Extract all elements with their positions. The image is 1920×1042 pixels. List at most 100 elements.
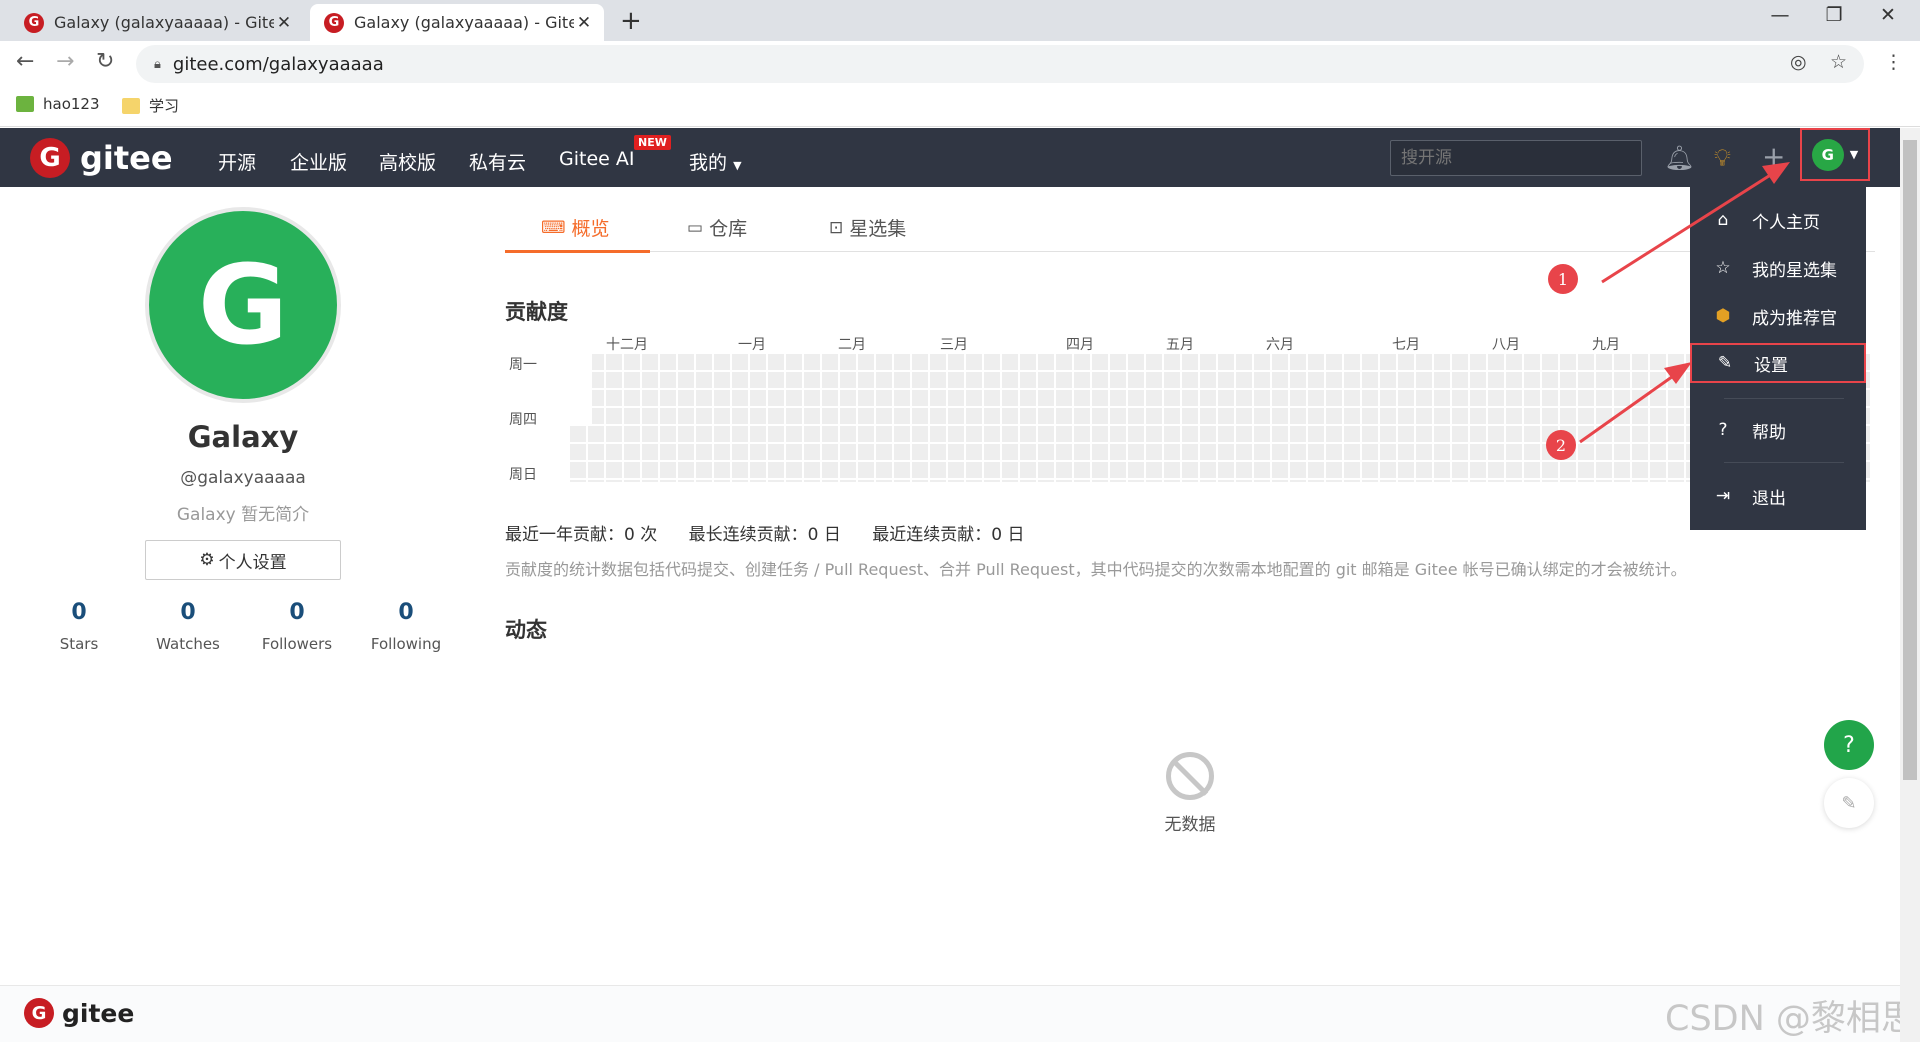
- profile-settings-button[interactable]: ⚙ 个人设置: [145, 540, 341, 580]
- month-label: 一月: [738, 337, 766, 353]
- tab-collections[interactable]: ⊡ 星选集: [829, 214, 906, 241]
- badge-icon: ⬢: [1715, 306, 1731, 326]
- tab-overview[interactable]: ⌨︎ 概览: [541, 214, 610, 241]
- help-icon: ?: [1843, 732, 1855, 758]
- bookmark-folder[interactable]: 学习: [122, 95, 179, 116]
- edit-icon: ✎: [1841, 792, 1857, 814]
- help-icon: ?: [1718, 420, 1728, 440]
- repo-icon: ▭: [687, 217, 704, 238]
- gitee-icon: G: [24, 998, 54, 1028]
- stat-label: Stars: [59, 635, 99, 653]
- month-label: 八月: [1492, 337, 1520, 353]
- nav-mine[interactable]: 我的 ▼: [689, 148, 742, 175]
- gitee-icon: G: [324, 12, 344, 33]
- footer-logo[interactable]: G gitee: [24, 998, 134, 1028]
- new-tab-icon[interactable]: +: [620, 6, 642, 36]
- menu-item-help[interactable]: ? 帮助: [1690, 410, 1866, 450]
- menu-item-home[interactable]: ⌂ 个人主页: [1690, 200, 1866, 240]
- page-scrollbar[interactable]: [1900, 128, 1920, 1042]
- stat-followers[interactable]: 0 Followers: [242, 600, 352, 653]
- bulb-icon[interactable]: 💡︎: [1714, 144, 1731, 172]
- tab-label: 概览: [571, 218, 610, 240]
- profile-bio: Galaxy 暂无简介: [176, 505, 310, 525]
- stat-value: 0: [398, 600, 414, 625]
- bookmark-hao123[interactable]: hao123: [16, 95, 100, 113]
- active-tab-indicator: [505, 250, 650, 253]
- search-input[interactable]: [1390, 140, 1642, 176]
- footer: G gitee: [0, 985, 1900, 1042]
- menu-divider: [1724, 398, 1844, 399]
- heatmap-months: 十二月 一月 二月 三月 四月 五月 六月 七月 八月 九月: [570, 334, 1870, 354]
- profile-username: @galaxyaaaaa: [180, 468, 306, 488]
- feedback-fab[interactable]: ✎: [1824, 778, 1874, 828]
- caret-down-icon: ▼: [733, 159, 742, 172]
- contrib-stats: 最近一年贡献：0 次 最长连续贡献：0 日 最近连续贡献：0 日: [505, 520, 1051, 545]
- stat-following[interactable]: 0 Following: [351, 600, 461, 653]
- tab-repos[interactable]: ▭ 仓库: [687, 214, 747, 241]
- menu-item-settings[interactable]: ✎ 设置: [1690, 343, 1866, 383]
- menu-item-label: 个人主页: [1752, 212, 1820, 233]
- profile-tabs: ⌨︎ 概览 ▭ 仓库 ⊡ 星选集: [505, 210, 1875, 253]
- maximize-icon[interactable]: ❐: [1806, 4, 1862, 26]
- heatmap-offset: [570, 354, 592, 426]
- nav-gitee-ai[interactable]: Gitee AI: [559, 148, 634, 170]
- menu-item-recommender[interactable]: ⬢ 成为推荐官: [1690, 296, 1866, 336]
- url-field[interactable]: 🔒︎ gitee.com/galaxyaaaaa: [136, 45, 1864, 83]
- stat-stars[interactable]: 0 Stars: [24, 600, 134, 653]
- weekday-label: 周一: [509, 357, 537, 373]
- minimize-icon[interactable]: —: [1752, 4, 1808, 26]
- close-icon[interactable]: ✕: [274, 13, 294, 33]
- menu-icon[interactable]: ⋮: [1884, 51, 1903, 73]
- annotation-marker-1: 1: [1548, 264, 1578, 294]
- stat-value: 0: [289, 600, 305, 625]
- month-label: 二月: [838, 337, 866, 353]
- menu-item-logout[interactable]: ⇥ 退出: [1690, 476, 1866, 516]
- tab-title: Galaxy (galaxyaaaaa) - Gitee.cc: [54, 13, 274, 32]
- eye-off-icon[interactable]: ◎: [1790, 51, 1807, 73]
- stat-label: Watches: [156, 635, 220, 653]
- footer-logo-text: gitee: [62, 998, 135, 1028]
- stat-watches[interactable]: 0 Watches: [133, 600, 243, 653]
- window-close-icon[interactable]: ✕: [1860, 4, 1916, 26]
- bookmark-label: hao123: [43, 95, 100, 113]
- contrib-longest: 最长连续贡献：0 日: [688, 525, 841, 545]
- stat-label: Following: [370, 635, 442, 653]
- profile-name: Galaxy: [187, 420, 299, 454]
- month-label: 七月: [1392, 337, 1420, 353]
- user-menu-button[interactable]: G ▼: [1800, 128, 1870, 181]
- gitee-logo[interactable]: G gitee: [30, 138, 173, 178]
- stat-value: 0: [71, 600, 87, 625]
- month-label: 三月: [940, 337, 968, 353]
- user-dropdown-menu: ⌂ 个人主页 ☆ 我的星选集 ⬢ 成为推荐官 ✎ 设置 ? 帮助 ⇥ 退出: [1690, 186, 1866, 530]
- weekday-label: 周日: [509, 467, 537, 483]
- back-icon[interactable]: ←: [16, 49, 34, 74]
- menu-item-label: 退出: [1752, 488, 1786, 509]
- month-label: 十二月: [606, 337, 648, 353]
- forward-icon[interactable]: →: [56, 49, 74, 74]
- menu-item-label: 帮助: [1752, 422, 1786, 443]
- bell-icon[interactable]: 🔔︎: [1664, 144, 1694, 172]
- month-label: 九月: [1592, 337, 1620, 353]
- nav-enterprise[interactable]: 企业版: [290, 148, 347, 175]
- browser-tab[interactable]: G Galaxy (galaxyaaaaa) - Gitee.cc ✕: [10, 4, 304, 41]
- gitee-icon: G: [24, 12, 44, 33]
- star-icon[interactable]: ☆: [1830, 51, 1847, 73]
- scrollbar-thumb[interactable]: [1903, 140, 1917, 780]
- edit-icon: ✎: [1717, 353, 1733, 373]
- close-icon[interactable]: ✕: [574, 13, 594, 33]
- nav-education[interactable]: 高校版: [379, 148, 436, 175]
- help-fab[interactable]: ?: [1824, 720, 1874, 770]
- avatar: G: [1811, 138, 1844, 171]
- gear-icon: ⚙: [199, 550, 215, 570]
- tab-title: Galaxy (galaxyaaaaa) - Gitee.cc: [354, 13, 574, 32]
- contrib-recent: 最近连续贡献：0 日: [872, 525, 1025, 545]
- menu-item-my-collections[interactable]: ☆ 我的星选集: [1690, 248, 1866, 288]
- reload-icon[interactable]: ↻: [96, 49, 114, 74]
- browser-tab-active[interactable]: G Galaxy (galaxyaaaaa) - Gitee.cc ✕: [310, 4, 604, 41]
- nav-mine-label: 我的: [689, 152, 728, 174]
- contrib-title: 贡献度: [505, 300, 568, 324]
- no-data-label: 无数据: [1164, 815, 1216, 835]
- nav-private-cloud[interactable]: 私有云: [469, 148, 526, 175]
- nav-open-source[interactable]: 开源: [218, 148, 256, 175]
- plus-icon[interactable]: +: [1762, 140, 1785, 173]
